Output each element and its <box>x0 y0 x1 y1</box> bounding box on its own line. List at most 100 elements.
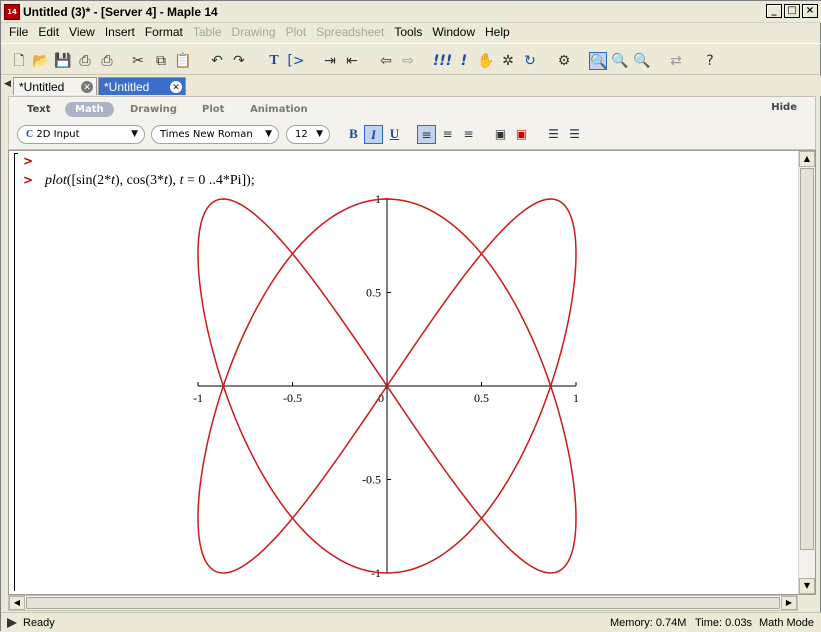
maple-leaf-icon[interactable]: 14 <box>4 4 20 20</box>
command-prompt[interactable]: > <box>23 173 33 187</box>
open-folder-icon[interactable]: 📂 <box>32 52 50 70</box>
menu-tools[interactable]: Tools <box>390 23 428 42</box>
vertical-scroll-thumb[interactable] <box>800 168 814 550</box>
numbered-list-icon[interactable]: ☰ <box>565 125 584 144</box>
text-T-icon[interactable]: T <box>265 52 283 70</box>
vertical-scrollbar[interactable]: ▲ ▼ <box>798 151 815 594</box>
close-button[interactable]: × <box>802 4 818 18</box>
empty-prompt[interactable]: > <box>23 154 33 168</box>
menu-file[interactable]: File <box>5 23 34 42</box>
scroll-right-icon[interactable]: ▶ <box>781 596 797 610</box>
undo-icon[interactable]: ↶ <box>208 52 226 70</box>
align-right-icon[interactable]: ≡ <box>459 125 478 144</box>
zoom-out-icon[interactable]: 🔍 <box>633 52 651 70</box>
highlight-color-icon[interactable]: ▣ <box>512 125 531 144</box>
restart-icon[interactable]: ↻ <box>521 52 539 70</box>
x-tick-label: -0.5 <box>283 391 302 405</box>
command-rest: = 0 ..4*Pi]); <box>183 173 255 188</box>
main-toolbar: 🗋 📂 💾 ⎙ ⎙ ✂ ⧉ 📋 ↶ ↷ T [> ⇥ ⇤ ⇦ ⇨ !!! ! ✋… <box>1 43 821 75</box>
paste-icon[interactable]: 📋 <box>174 52 192 70</box>
window-title: Untitled (3)* - [Server 4] - Maple 14 <box>23 5 218 19</box>
outdent-icon[interactable]: ⇤ <box>343 52 361 70</box>
font-value: Times New Roman <box>160 129 253 140</box>
execute-all-icon[interactable]: !!! <box>433 52 452 70</box>
font-size-value: 12 <box>295 129 308 140</box>
x-tick-label: 1 <box>573 391 579 405</box>
x-tick-label: 0.5 <box>474 391 489 405</box>
menu-table[interactable]: Table <box>189 23 228 42</box>
text-color-icon[interactable]: ▣ <box>491 125 510 144</box>
scroll-up-icon[interactable]: ▲ <box>799 151 815 167</box>
maximize-button[interactable]: □ <box>784 4 800 18</box>
menu-insert[interactable]: Insert <box>101 23 141 42</box>
input-style-value: 2D Input <box>36 129 80 140</box>
mode-tab-math[interactable]: Math <box>65 102 114 117</box>
print-preview-icon[interactable]: ⎙ <box>98 52 116 70</box>
menu-spreadsheet[interactable]: Spreadsheet <box>312 23 390 42</box>
hide-button[interactable]: Hide <box>771 102 797 113</box>
indent-icon[interactable]: ⇥ <box>321 52 339 70</box>
mode-tab-plot[interactable]: Plot <box>202 102 224 117</box>
zoom-100-icon[interactable]: 🔍 <box>589 52 607 70</box>
command-mid2: ), <box>167 173 180 188</box>
scroll-down-icon[interactable]: ▼ <box>799 578 815 594</box>
worksheet[interactable]: > > plot([sin(2*t), cos(3*t), t = 0 ..4*… <box>8 150 816 595</box>
redo-icon[interactable]: ↷ <box>230 52 248 70</box>
font-dropdown[interactable]: Times New Roman ▼ <box>151 125 279 144</box>
menu-view[interactable]: View <box>65 23 101 42</box>
document-tabs: ◀ *Untitled (1) ✕ *Untitled (3) ✕ <box>1 76 821 108</box>
tab-untitled-3[interactable]: *Untitled (3) ✕ <box>98 77 186 108</box>
back-arrow-icon[interactable]: ⇦ <box>377 52 395 70</box>
status-mode: Math Mode <box>759 617 815 629</box>
scroll-left-icon[interactable]: ◀ <box>9 596 25 610</box>
menu-help[interactable]: Help <box>481 23 516 42</box>
tab-untitled-1[interactable]: *Untitled (1) ✕ <box>13 77 97 108</box>
underline-button[interactable]: U <box>385 125 404 144</box>
print-icon[interactable]: ⎙ <box>76 52 94 70</box>
debug-bug-icon[interactable]: ✲ <box>499 52 517 70</box>
context-bar: Text Math Drawing Plot Animation Hide C … <box>8 96 816 150</box>
close-tab-icon[interactable]: ✕ <box>170 81 182 93</box>
bullet-list-icon[interactable]: ☰ <box>544 125 563 144</box>
swap-icon[interactable]: ⇄ <box>667 52 685 70</box>
plot-output[interactable]: -1 -0.5 0 0.5 110.5-0.5-1 <box>187 191 597 581</box>
mode-tab-animation[interactable]: Animation <box>250 102 308 117</box>
help-icon[interactable]: ? <box>701 52 719 70</box>
menu-drawing[interactable]: Drawing <box>228 23 282 42</box>
copy-icon[interactable]: ⧉ <box>152 52 170 70</box>
close-tab-icon[interactable]: ✕ <box>81 81 93 93</box>
cut-icon[interactable]: ✂ <box>129 52 147 70</box>
minimize-button[interactable]: _ <box>766 4 782 18</box>
italic-button[interactable]: I <box>364 125 383 144</box>
mode-tab-drawing[interactable]: Drawing <box>130 102 177 117</box>
zoom-in-icon[interactable]: 🔍 <box>611 52 629 70</box>
prompt-icon[interactable]: [> <box>287 52 305 70</box>
save-icon[interactable]: 💾 <box>54 52 72 70</box>
execute-icon[interactable]: ! <box>455 52 473 70</box>
horizontal-scrollbar[interactable]: ◀ ▶ <box>8 595 798 611</box>
font-size-dropdown[interactable]: 12 ▼ <box>286 125 330 144</box>
mode-tab-text[interactable]: Text <box>27 102 51 117</box>
chevron-down-icon: ▼ <box>265 129 272 139</box>
new-document-icon[interactable]: 🗋 <box>10 52 28 70</box>
tab-scroll-arrow-icon[interactable]: ◀ <box>4 79 11 89</box>
execution-group-bracket <box>14 153 18 591</box>
title-bar: 14 Untitled (3)* - [Server 4] - Maple 14… <box>1 1 821 23</box>
y-tick-label: 0.5 <box>366 286 381 300</box>
bold-button[interactable]: B <box>344 125 363 144</box>
menu-plot[interactable]: Plot <box>282 23 313 42</box>
plot-command[interactable]: plot([sin(2*t), cos(3*t), t = 0 ..4*Pi])… <box>45 173 255 189</box>
command-func: plot <box>45 173 67 188</box>
align-center-icon[interactable]: ≡ <box>438 125 457 144</box>
horizontal-scroll-thumb[interactable] <box>26 597 780 609</box>
settings-gear-icon[interactable]: ⚙ <box>555 52 573 70</box>
status-memory: Memory: 0.74M <box>610 617 687 629</box>
align-left-icon[interactable]: ≡ <box>417 125 436 144</box>
stop-hand-icon[interactable]: ✋ <box>477 52 495 70</box>
forward-arrow-icon[interactable]: ⇨ <box>399 52 417 70</box>
input-style-dropdown[interactable]: C 2D Input ▼ <box>17 125 145 144</box>
menu-edit[interactable]: Edit <box>34 23 65 42</box>
status-time: Time: 0.03s <box>695 617 753 629</box>
menu-window[interactable]: Window <box>428 23 481 42</box>
menu-format[interactable]: Format <box>141 23 189 42</box>
